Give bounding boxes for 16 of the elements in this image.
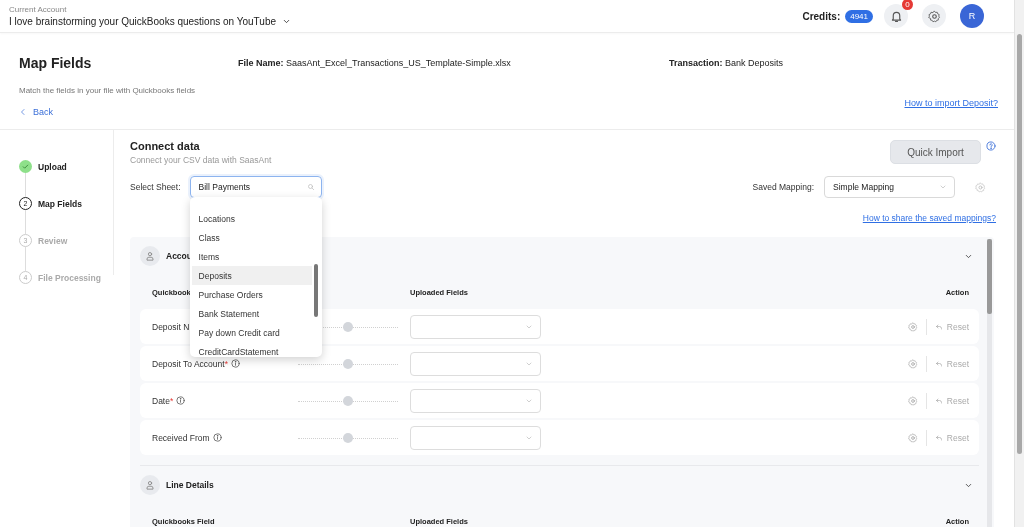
credits-label: Credits: [802, 10, 841, 22]
field-label: Received From [152, 432, 210, 443]
credits-count: 4941 [845, 9, 873, 23]
saved-mapping-label: Saved Mapping: [752, 182, 814, 192]
field-label: Deposit N [152, 321, 190, 332]
account-label: Current Account [9, 5, 68, 14]
field-label: Date* [152, 395, 174, 406]
page-title: Map Fields [19, 55, 93, 71]
sheet-label: Select Sheet: [130, 182, 181, 192]
page-subtitle: Match the fields in your file with Quickbooks fields [19, 85, 197, 95]
file-name: File Name: SaasAnt_Excel_Transactions_US_Template-Simple.xlsx [238, 58, 512, 68]
section-title: Connect data [130, 140, 201, 152]
section-subtitle: Connect your CSV data with SaasAnt [130, 155, 272, 165]
field-label: Deposit To Account* [152, 358, 228, 369]
transaction-type: Transaction: Bank Deposits [669, 58, 785, 68]
notification-count: 0 [902, 0, 913, 10]
